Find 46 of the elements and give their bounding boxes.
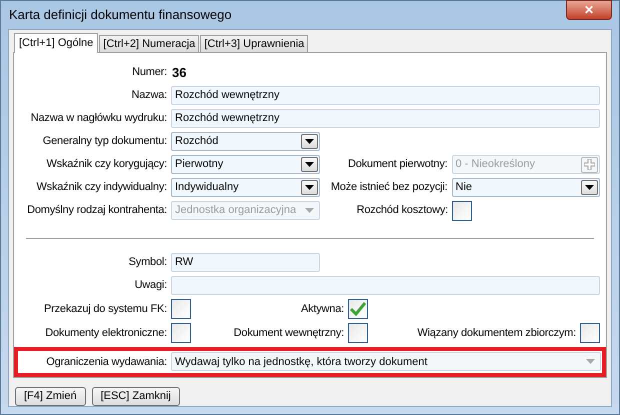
button[interactable]: [ESC] Zamknij <box>92 387 180 406</box>
field-label: Rozchód kosztowy: <box>356 203 449 218</box>
field-label: Uwagi: <box>134 278 168 294</box>
window-title: Karta definicji dokumentu finansowego <box>8 6 232 24</box>
checkbox[interactable] <box>348 322 368 343</box>
dropdown-arrow-icon <box>305 208 314 213</box>
dropdown-arrow-icon <box>586 359 595 364</box>
field-label: Generalny typ dokumentu: <box>42 134 168 150</box>
field-label: Domyślny rodzaj kontrahenta: <box>26 203 168 218</box>
field-label: Wskaźnik czy korygujący: <box>45 157 168 172</box>
field-label: Wiązany dokumentem zbiorczym: <box>416 326 577 341</box>
dropdown-arrow-icon <box>585 185 594 190</box>
field-label: Dokumenty elektroniczne: <box>44 326 168 341</box>
text-field[interactable]: Rozchód wewnętrzny <box>171 109 600 128</box>
field-label: Może istnieć bez pozycji: <box>330 180 448 196</box>
dropdown-arrow-icon <box>304 162 314 167</box>
field-label: Nazwa: <box>130 88 168 104</box>
checkbox[interactable] <box>348 298 368 319</box>
tab[interactable]: [Ctrl+1] Ogólne <box>14 33 98 53</box>
checkbox[interactable] <box>171 298 191 319</box>
field-label: Aktywna: <box>300 302 345 317</box>
checkbox[interactable] <box>580 322 600 343</box>
dropdown[interactable]: Pierwotny <box>171 155 320 174</box>
field-label: Przekazuj do systemu FK: <box>43 302 168 317</box>
dropdown[interactable]: Rozchód <box>171 132 320 151</box>
text-field[interactable]: RW <box>171 252 320 272</box>
dropdown[interactable]: Indywidualny <box>171 178 320 197</box>
dropdown[interactable]: Nie <box>452 178 600 197</box>
field-label: Ograniczenia wydawania: <box>45 354 168 370</box>
field-label: Dokument wewnętrzny: <box>232 326 345 341</box>
text-field[interactable]: Rozchód wewnętrzny <box>171 86 600 105</box>
dropdown-arrow-icon <box>304 185 314 190</box>
checkmark-icon <box>350 302 366 316</box>
tab[interactable]: [Ctrl+2] Numeracja <box>99 35 200 52</box>
button[interactable]: [F4] Zmień <box>15 387 86 406</box>
field-label: Symbol: <box>128 255 168 270</box>
field-label: Nazwa w nagłówku wydruku: <box>30 111 168 126</box>
field-label: Numer: <box>131 65 168 80</box>
text-field[interactable] <box>171 276 600 295</box>
dropdown-arrow-icon <box>305 139 314 144</box>
field-label: Wskaźnik czy indywidualny: <box>35 180 168 196</box>
tab[interactable]: [Ctrl+3] Uprawnienia <box>200 35 308 52</box>
field-label: Dokument pierwotny: <box>346 157 448 172</box>
value-text: 36 <box>171 64 186 82</box>
checkbox[interactable] <box>171 322 191 343</box>
plus-icon <box>584 159 595 170</box>
